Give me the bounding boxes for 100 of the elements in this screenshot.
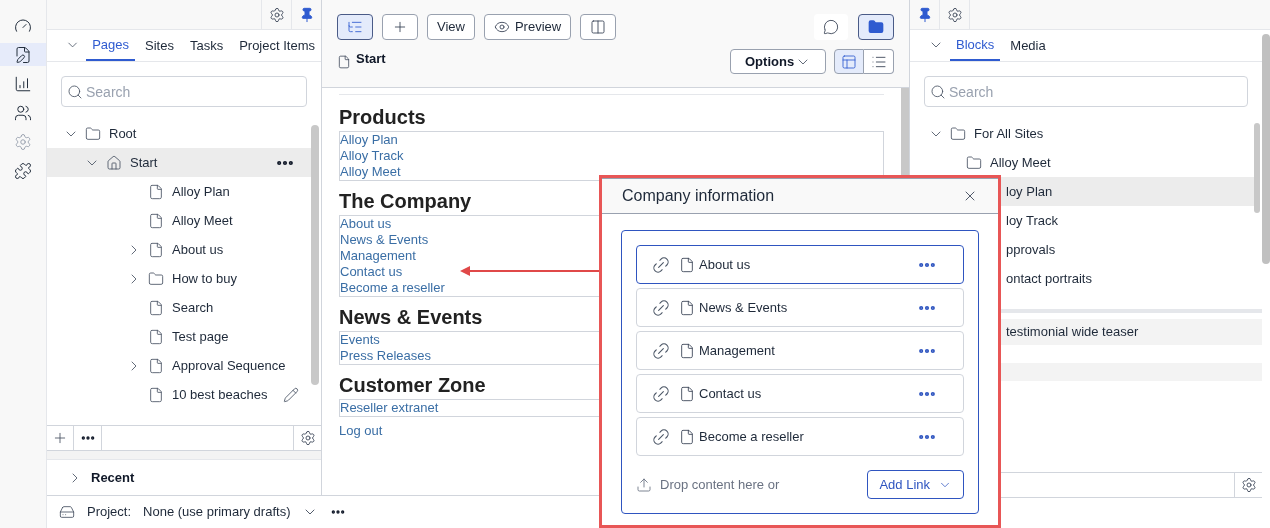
tab[interactable]: Project Items	[233, 30, 321, 61]
tree-view-button[interactable]	[337, 14, 373, 40]
link-item[interactable]: Contact us	[636, 374, 964, 413]
add-icon	[392, 19, 408, 35]
drop-hint: Drop content here or	[660, 475, 780, 494]
search-field[interactable]: Search	[924, 76, 1248, 107]
tree-item-label: Search	[172, 298, 214, 317]
page-icon	[148, 299, 164, 316]
tree-item[interactable]: Approval Sequence	[47, 351, 311, 380]
tab[interactable]: Sites	[139, 30, 180, 61]
link-item[interactable]: News & Events	[636, 288, 964, 327]
folder-button[interactable]	[858, 14, 894, 40]
page-icon	[679, 385, 695, 402]
link-label: About us	[699, 255, 751, 274]
tree-item-label: Root	[109, 124, 137, 143]
tree-view-icon	[347, 19, 363, 35]
link-item[interactable]: Management	[636, 331, 964, 370]
dialog-title: Company information	[622, 186, 775, 206]
view-toggle[interactable]	[834, 49, 864, 74]
page-icon	[679, 299, 695, 316]
tree-item-label: Alloy Plan	[172, 182, 230, 201]
scrollbar[interactable]	[1254, 123, 1260, 213]
settings-icon[interactable]	[299, 430, 316, 446]
content-link[interactable]: Alloy Track	[340, 148, 404, 164]
section-heading: News & Events	[339, 305, 483, 330]
search-field[interactable]: Search	[61, 76, 307, 107]
tree-item-label: Alloy Meet	[990, 153, 1051, 172]
tree-item-label: About us	[172, 240, 224, 259]
section-title: Recent	[91, 468, 135, 487]
page-icon	[679, 342, 695, 359]
options-dropdown[interactable]: Options	[730, 49, 826, 74]
tree-item-label: Approval Sequence	[172, 356, 286, 375]
settings-icon[interactable]	[1240, 477, 1257, 493]
folder-icon	[148, 270, 164, 287]
pencil-icon	[283, 386, 300, 403]
link-item[interactable]: About us	[636, 245, 964, 284]
tab[interactable]: Blocks	[950, 30, 1001, 61]
content-link[interactable]: Log out	[339, 423, 383, 439]
toolbar-button[interactable]: View	[427, 14, 475, 40]
view-toggle[interactable]	[864, 49, 894, 74]
layout-icon	[841, 53, 857, 70]
tree-item-label: Start	[130, 153, 158, 172]
link-label: News & Events	[699, 298, 788, 317]
section-heading: Products	[339, 105, 426, 130]
tree-item-label: For All Sites	[974, 124, 1044, 143]
settings-icon[interactable]	[268, 6, 285, 23]
content-link[interactable]: Alloy Meet	[340, 164, 401, 180]
tab[interactable]: Pages	[86, 30, 135, 61]
tree-item[interactable]: Test page	[47, 322, 311, 351]
tree-item[interactable]: About us	[47, 235, 311, 264]
tree-item[interactable]: Alloy Meet	[47, 206, 311, 235]
content-link[interactable]: Press Releases	[340, 348, 432, 364]
content-link[interactable]: Events	[340, 332, 380, 348]
home-icon	[106, 154, 122, 171]
eye-icon	[493, 19, 510, 35]
link-label: Management	[699, 341, 775, 360]
settings-icon[interactable]	[946, 6, 963, 23]
tab[interactable]: Media	[1004, 30, 1052, 61]
content-link[interactable]: Contact us	[340, 264, 403, 280]
tree-item[interactable]: Start	[47, 148, 311, 177]
tree-item[interactable]: Search	[47, 293, 311, 322]
scrollbar[interactable]	[1262, 34, 1270, 264]
page-edit-nav-item[interactable]	[0, 43, 46, 66]
tree-item-label: ontact portraits	[1006, 269, 1092, 288]
gauge-icon	[14, 16, 32, 35]
add-link-button[interactable]: Add Link	[867, 470, 964, 499]
link-label: Become a reseller	[699, 427, 804, 446]
add-button[interactable]	[382, 14, 418, 40]
content-link[interactable]: Alloy Plan	[340, 132, 398, 148]
toolbar-button[interactable]: Preview	[483, 14, 572, 40]
content-link[interactable]: Become a reseller	[340, 280, 445, 296]
tree-item[interactable]: For All Sites	[910, 119, 1254, 148]
content-link[interactable]: News & Events	[340, 232, 429, 248]
page-icon	[148, 183, 164, 200]
tree-item[interactable]: Alloy Meet	[910, 148, 1254, 177]
content-link[interactable]: Management	[340, 248, 416, 264]
upload-icon	[636, 476, 652, 493]
tree-item[interactable]: Alloy Plan	[47, 177, 311, 206]
tree-item[interactable]: Root	[47, 119, 311, 148]
compare-button[interactable]	[580, 14, 617, 40]
link-item[interactable]: Become a reseller	[636, 417, 964, 456]
compare-icon	[590, 19, 607, 35]
project-label: Project:	[87, 503, 132, 522]
content-link[interactable]: About us	[340, 216, 392, 232]
section-heading: The Company	[339, 189, 472, 214]
page-icon	[679, 428, 695, 445]
content-link[interactable]: Reseller extranet	[340, 400, 439, 416]
search-icon	[930, 84, 946, 100]
section-heading: Customer Zone	[339, 373, 486, 398]
scrollbar[interactable]	[311, 125, 319, 385]
tab[interactable]: Tasks	[183, 30, 230, 61]
page-icon	[337, 54, 351, 69]
link-label: Contact us	[699, 384, 762, 403]
tree-item-label: How to buy	[172, 269, 238, 288]
tree-item-label: Alloy Meet	[172, 211, 233, 230]
tree-item[interactable]: 10 best beaches	[47, 380, 311, 409]
page-icon	[148, 328, 164, 345]
folder-icon	[85, 125, 101, 142]
comment-button[interactable]	[814, 14, 848, 40]
tree-item[interactable]: How to buy	[47, 264, 311, 293]
